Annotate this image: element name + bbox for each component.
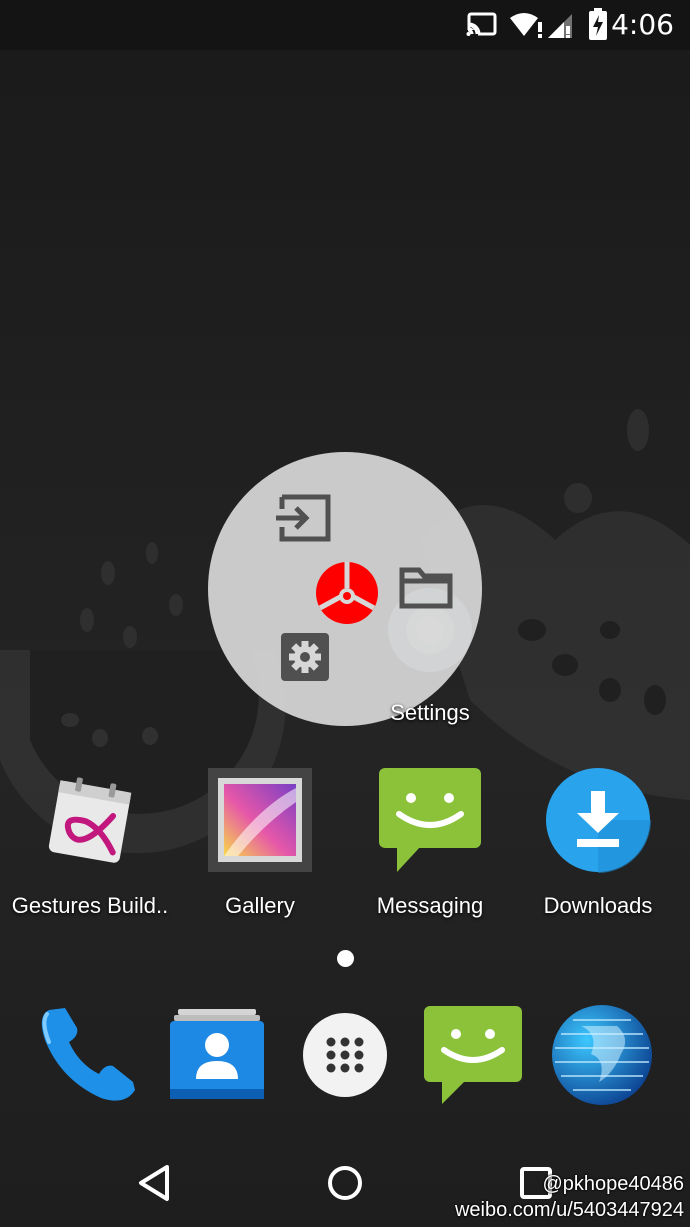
gear-icon[interactable] [278, 630, 332, 684]
red-orb-icon[interactable] [312, 558, 382, 628]
status-bar: 4:06 [0, 0, 690, 50]
contacts-icon[interactable] [162, 1000, 272, 1110]
gallery-icon [205, 765, 315, 875]
watermark-handle: @pkhope40486 [542, 1173, 684, 1195]
sign-in-icon[interactable] [272, 488, 336, 548]
phone-icon[interactable] [33, 1000, 143, 1110]
browser-icon[interactable] [547, 1000, 657, 1110]
app-label: Gallery [225, 893, 295, 918]
page-indicator [337, 950, 354, 967]
back-icon[interactable] [130, 1159, 178, 1207]
messaging-icon [375, 765, 485, 875]
radial-quick-menu[interactable] [208, 452, 482, 726]
app-label: Downloads [543, 893, 653, 918]
home-screen: 4:06 Settings Gestures Build.. Gallery M… [0, 0, 690, 1227]
app-label: Gestures Build.. [11, 893, 169, 918]
downloads-icon [543, 765, 653, 875]
app-label: Messaging [376, 893, 484, 918]
home-icon[interactable] [321, 1159, 369, 1207]
wifi-icon [510, 13, 542, 38]
watermark-url: weibo.com/u/5403447924 [454, 1199, 684, 1221]
messaging-icon[interactable] [418, 1000, 528, 1110]
watermark: @pkhope40486 weibo.com/u/5403447924 [455, 1171, 684, 1223]
folder-icon[interactable] [396, 562, 456, 612]
settings-app-label: Settings [390, 700, 470, 725]
gestures-builder-icon [35, 765, 145, 875]
cast-icon [466, 12, 497, 38]
app-gallery[interactable]: Gallery [175, 765, 345, 919]
app-downloads[interactable]: Downloads [513, 765, 683, 919]
clock: 4:06 [611, 8, 674, 41]
signal-icon [548, 14, 572, 38]
battery-charging-icon [589, 8, 607, 40]
app-gestures-builder[interactable]: Gestures Build.. [5, 765, 175, 919]
app-messaging[interactable]: Messaging [345, 765, 515, 919]
app-drawer-icon[interactable] [290, 1000, 400, 1110]
